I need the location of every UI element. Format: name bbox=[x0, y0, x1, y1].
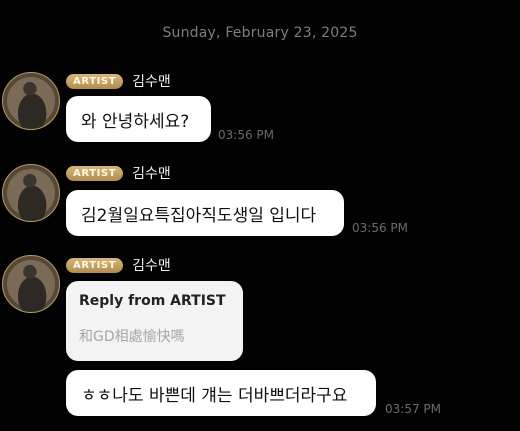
artist-badge: ARTIST bbox=[66, 73, 124, 89]
message-meta: ARTIST 김수맨 bbox=[66, 255, 171, 275]
message-bubble[interactable]: 김2월일요특집아직도생일 입니다 bbox=[66, 190, 344, 236]
sender-name: 김수맨 bbox=[132, 166, 171, 182]
message-meta: ARTIST 김수맨 bbox=[66, 71, 171, 91]
message-meta: ARTIST 김수맨 bbox=[66, 163, 171, 183]
avatar[interactable] bbox=[2, 72, 60, 130]
artist-badge: ARTIST bbox=[66, 257, 124, 273]
message-time: 03:56 PM bbox=[352, 221, 408, 235]
message-bubble[interactable]: ㅎㅎ나도 바쁜데 걔는 더바쁘더라구요 bbox=[66, 370, 376, 416]
artist-badge: ARTIST bbox=[66, 165, 124, 181]
reply-title: Reply from ARTIST bbox=[79, 293, 226, 309]
reply-card[interactable]: Reply from ARTIST 和GD相處愉快嗎 bbox=[66, 281, 243, 361]
message-time: 03:56 PM bbox=[218, 128, 274, 142]
avatar[interactable] bbox=[2, 164, 60, 222]
date-separator: Sunday, February 23, 2025 bbox=[162, 25, 358, 41]
reply-text: 和GD相處愉快嗎 bbox=[79, 329, 185, 345]
sender-name: 김수맨 bbox=[132, 74, 171, 90]
avatar[interactable] bbox=[2, 255, 60, 313]
sender-name: 김수맨 bbox=[132, 258, 171, 274]
message-bubble[interactable]: 와 안녕하세요? bbox=[66, 96, 211, 142]
message-time: 03:57 PM bbox=[385, 402, 441, 416]
